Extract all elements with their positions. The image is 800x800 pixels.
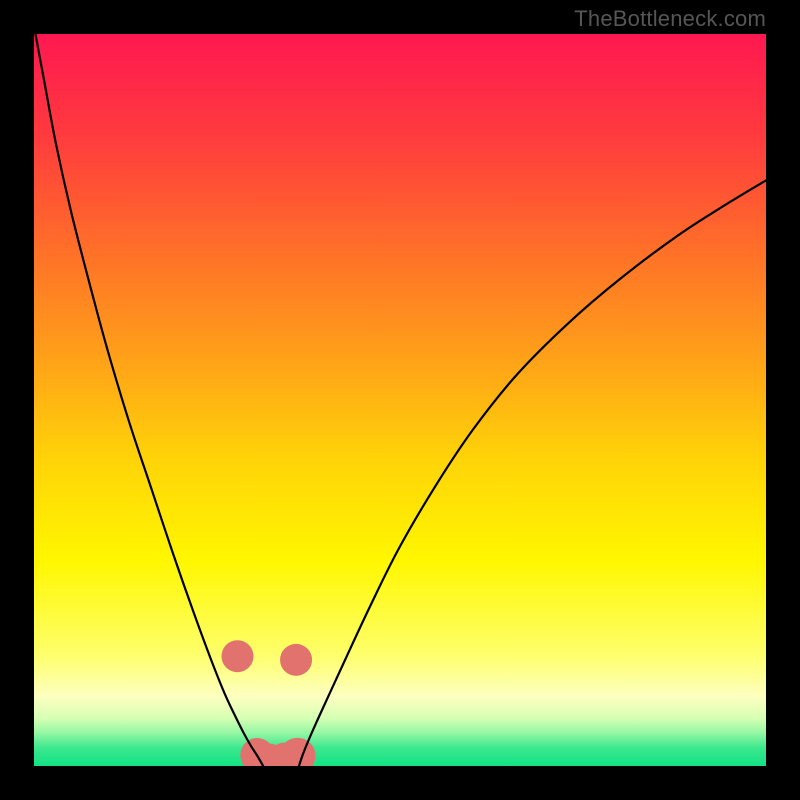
highlight-marker	[222, 640, 254, 672]
highlight-marker	[280, 644, 312, 676]
curve-layer	[34, 34, 766, 766]
highlight-marker	[280, 738, 316, 766]
chart-frame: TheBottleneck.com	[0, 0, 800, 800]
plot-area	[34, 34, 766, 766]
curve-right-branch	[299, 180, 766, 766]
marker-group	[222, 640, 316, 766]
watermark-text: TheBottleneck.com	[574, 6, 766, 32]
